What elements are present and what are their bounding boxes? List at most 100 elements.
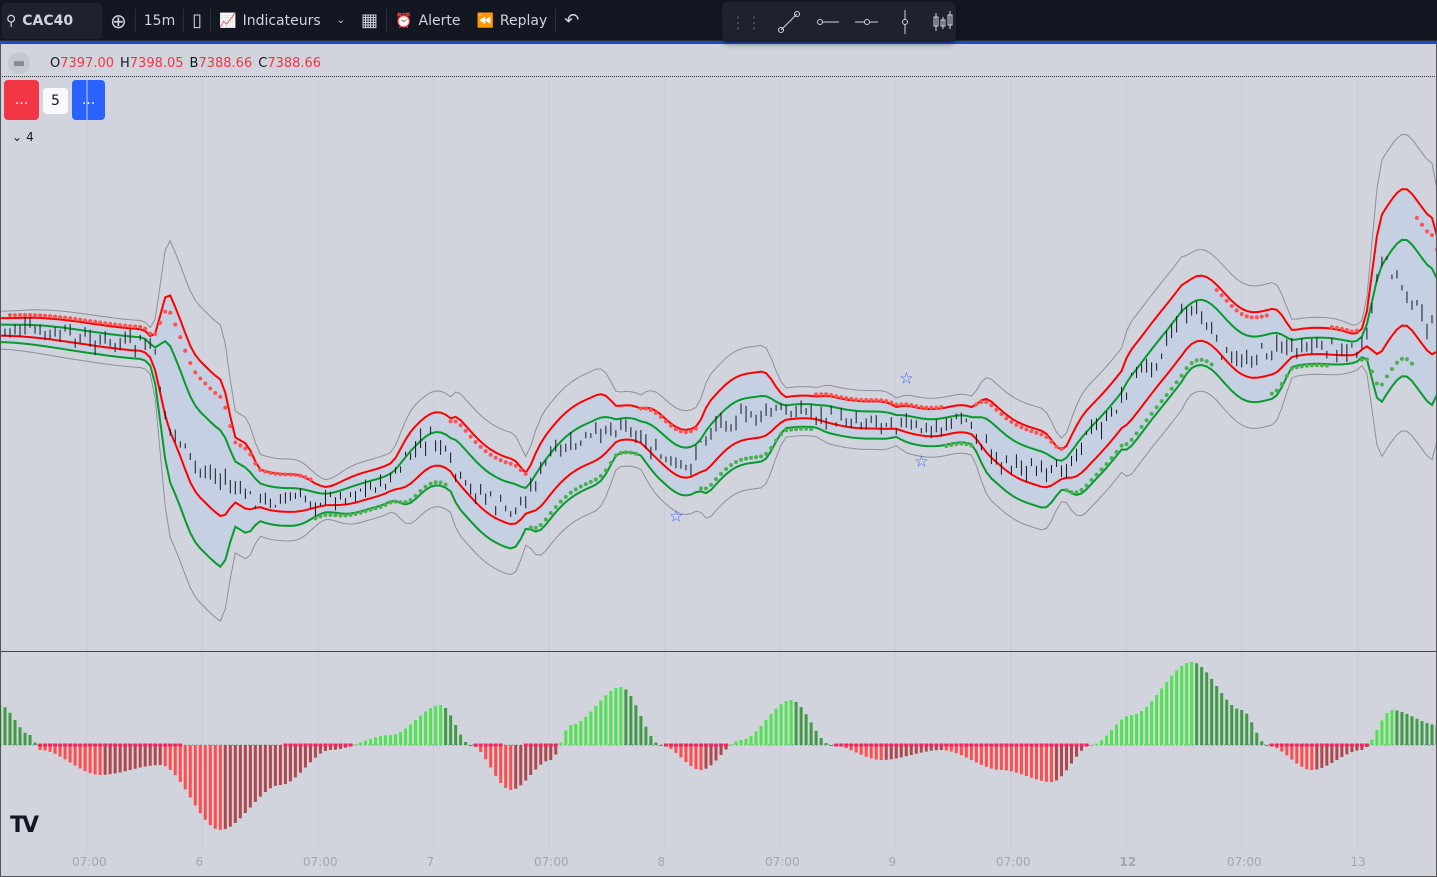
compare-button[interactable]: ⊕ bbox=[102, 3, 135, 39]
sar-dot-down bbox=[854, 397, 859, 402]
histogram-bar bbox=[1220, 693, 1224, 745]
histogram-bar bbox=[1390, 710, 1394, 745]
sar-dot-down bbox=[974, 402, 979, 407]
sar-dot-up bbox=[558, 499, 563, 504]
bar-style-button[interactable]: ▯ bbox=[184, 3, 210, 39]
histogram-bar bbox=[1150, 701, 1154, 745]
symbol-search[interactable]: ⚲ CAC40 bbox=[2, 2, 102, 39]
sar-dot-down bbox=[1029, 429, 1034, 434]
sar-dot-down bbox=[849, 396, 854, 401]
histogram-bar bbox=[1190, 662, 1194, 745]
sar-dot-down bbox=[143, 326, 148, 331]
sar-dot-down bbox=[68, 316, 73, 321]
sar-dot-down bbox=[168, 310, 173, 315]
histogram-bar bbox=[1215, 686, 1219, 745]
histogram-bar bbox=[1180, 665, 1184, 745]
histogram-bar bbox=[193, 745, 197, 806]
sar-dot-up bbox=[363, 509, 368, 514]
histogram-bar bbox=[1410, 716, 1414, 745]
histogram-bar bbox=[884, 745, 888, 760]
replay-button[interactable]: ⏪ Replay bbox=[468, 3, 555, 39]
histogram-bar bbox=[734, 741, 738, 745]
sar-dot-up bbox=[734, 460, 739, 465]
histogram-bar bbox=[624, 689, 628, 745]
histogram-bar bbox=[794, 701, 798, 745]
histogram-bar bbox=[258, 745, 262, 797]
sar-dot-down bbox=[148, 331, 153, 336]
sar-dot-up bbox=[1269, 391, 1274, 396]
sar-dot-up bbox=[443, 482, 448, 487]
undo-button[interactable]: ↶ bbox=[556, 3, 587, 39]
histogram-bar bbox=[283, 745, 287, 785]
indicators-button[interactable]: 📈 Indicateurs ⌄ bbox=[211, 3, 353, 39]
histogram-bar bbox=[243, 745, 247, 814]
drag-handle-icon[interactable]: ⋮⋮ bbox=[730, 13, 762, 32]
sar-dot-up bbox=[378, 504, 383, 509]
sar-dot-down bbox=[1424, 229, 1429, 234]
layouts-button[interactable]: ▦ bbox=[353, 3, 386, 39]
histogram-bar bbox=[353, 744, 357, 746]
histogram-bar bbox=[173, 745, 177, 776]
sar-dot-down bbox=[523, 471, 528, 476]
trend-line-icon[interactable] bbox=[776, 9, 801, 35]
histogram-bar bbox=[78, 745, 82, 769]
histogram-bar bbox=[454, 725, 458, 745]
histogram-bar bbox=[1155, 695, 1159, 745]
histogram-bar bbox=[83, 745, 87, 772]
histogram-bar bbox=[1245, 713, 1249, 745]
histogram-bar bbox=[253, 745, 257, 802]
histogram-bar bbox=[559, 742, 563, 745]
histogram-bar bbox=[509, 745, 513, 790]
histogram-bar bbox=[744, 738, 748, 745]
histogram-bar bbox=[409, 724, 413, 745]
sar-dot-up bbox=[533, 525, 538, 530]
sar-dot-down bbox=[673, 427, 678, 432]
histogram-bar bbox=[814, 730, 818, 745]
vertical-line-icon[interactable] bbox=[892, 9, 917, 35]
histogram-bar bbox=[1195, 663, 1199, 745]
sar-dot-down bbox=[153, 332, 158, 337]
alert-button[interactable]: ⏰ Alerte bbox=[387, 3, 468, 39]
sar-dot-down bbox=[1249, 315, 1254, 320]
sar-dot-up bbox=[719, 471, 724, 476]
collapse-legend-button[interactable]: ▬ bbox=[8, 52, 30, 74]
sar-dot-down bbox=[448, 419, 453, 424]
histogram-bar bbox=[969, 745, 973, 760]
histogram-bar bbox=[1105, 735, 1109, 745]
sar-dot-up bbox=[583, 482, 588, 487]
histogram-bar bbox=[984, 745, 988, 767]
sar-dot-up bbox=[1094, 472, 1099, 477]
histogram-bar bbox=[764, 720, 768, 745]
histogram-bar bbox=[1305, 745, 1309, 770]
sar-dot-down bbox=[103, 321, 108, 326]
histogram-bar bbox=[619, 687, 623, 745]
histogram-bar bbox=[1029, 745, 1033, 778]
histogram-bar bbox=[824, 743, 828, 745]
histogram-bar bbox=[308, 745, 312, 763]
histogram-bar bbox=[429, 708, 433, 745]
high-label: H bbox=[120, 55, 130, 71]
interval-button[interactable]: 15m bbox=[136, 3, 183, 39]
histogram-bar bbox=[1400, 711, 1404, 745]
sar-dot-down bbox=[869, 398, 874, 403]
horizontal-line-icon[interactable] bbox=[854, 9, 879, 35]
sar-dot-up bbox=[1179, 373, 1184, 378]
sar-dot-down bbox=[979, 400, 984, 405]
histogram-bar bbox=[679, 745, 683, 758]
tradingview-logo: TV bbox=[10, 813, 39, 838]
pane-separator[interactable] bbox=[0, 651, 1437, 652]
histogram-bar bbox=[1375, 730, 1379, 745]
price-chart[interactable]: ☆ ☆ ☆ bbox=[0, 77, 1437, 850]
sar-dot-down bbox=[688, 429, 693, 434]
open-label: O bbox=[50, 55, 61, 71]
grid-icon: ▦ bbox=[361, 10, 379, 31]
histogram-bar bbox=[203, 745, 207, 820]
open-value: 7397.00 bbox=[60, 55, 114, 71]
sar-dot-up bbox=[944, 444, 949, 449]
candles-icon[interactable] bbox=[931, 9, 956, 35]
sar-dot-down bbox=[834, 394, 839, 399]
histogram-bar bbox=[1170, 675, 1174, 745]
ray-icon[interactable] bbox=[815, 9, 840, 35]
sar-dot-down bbox=[243, 446, 248, 451]
ohlc-legend: ▬ O 7397.00 H 7398.05 B 7388.66 C 7388.66 bbox=[8, 52, 327, 74]
